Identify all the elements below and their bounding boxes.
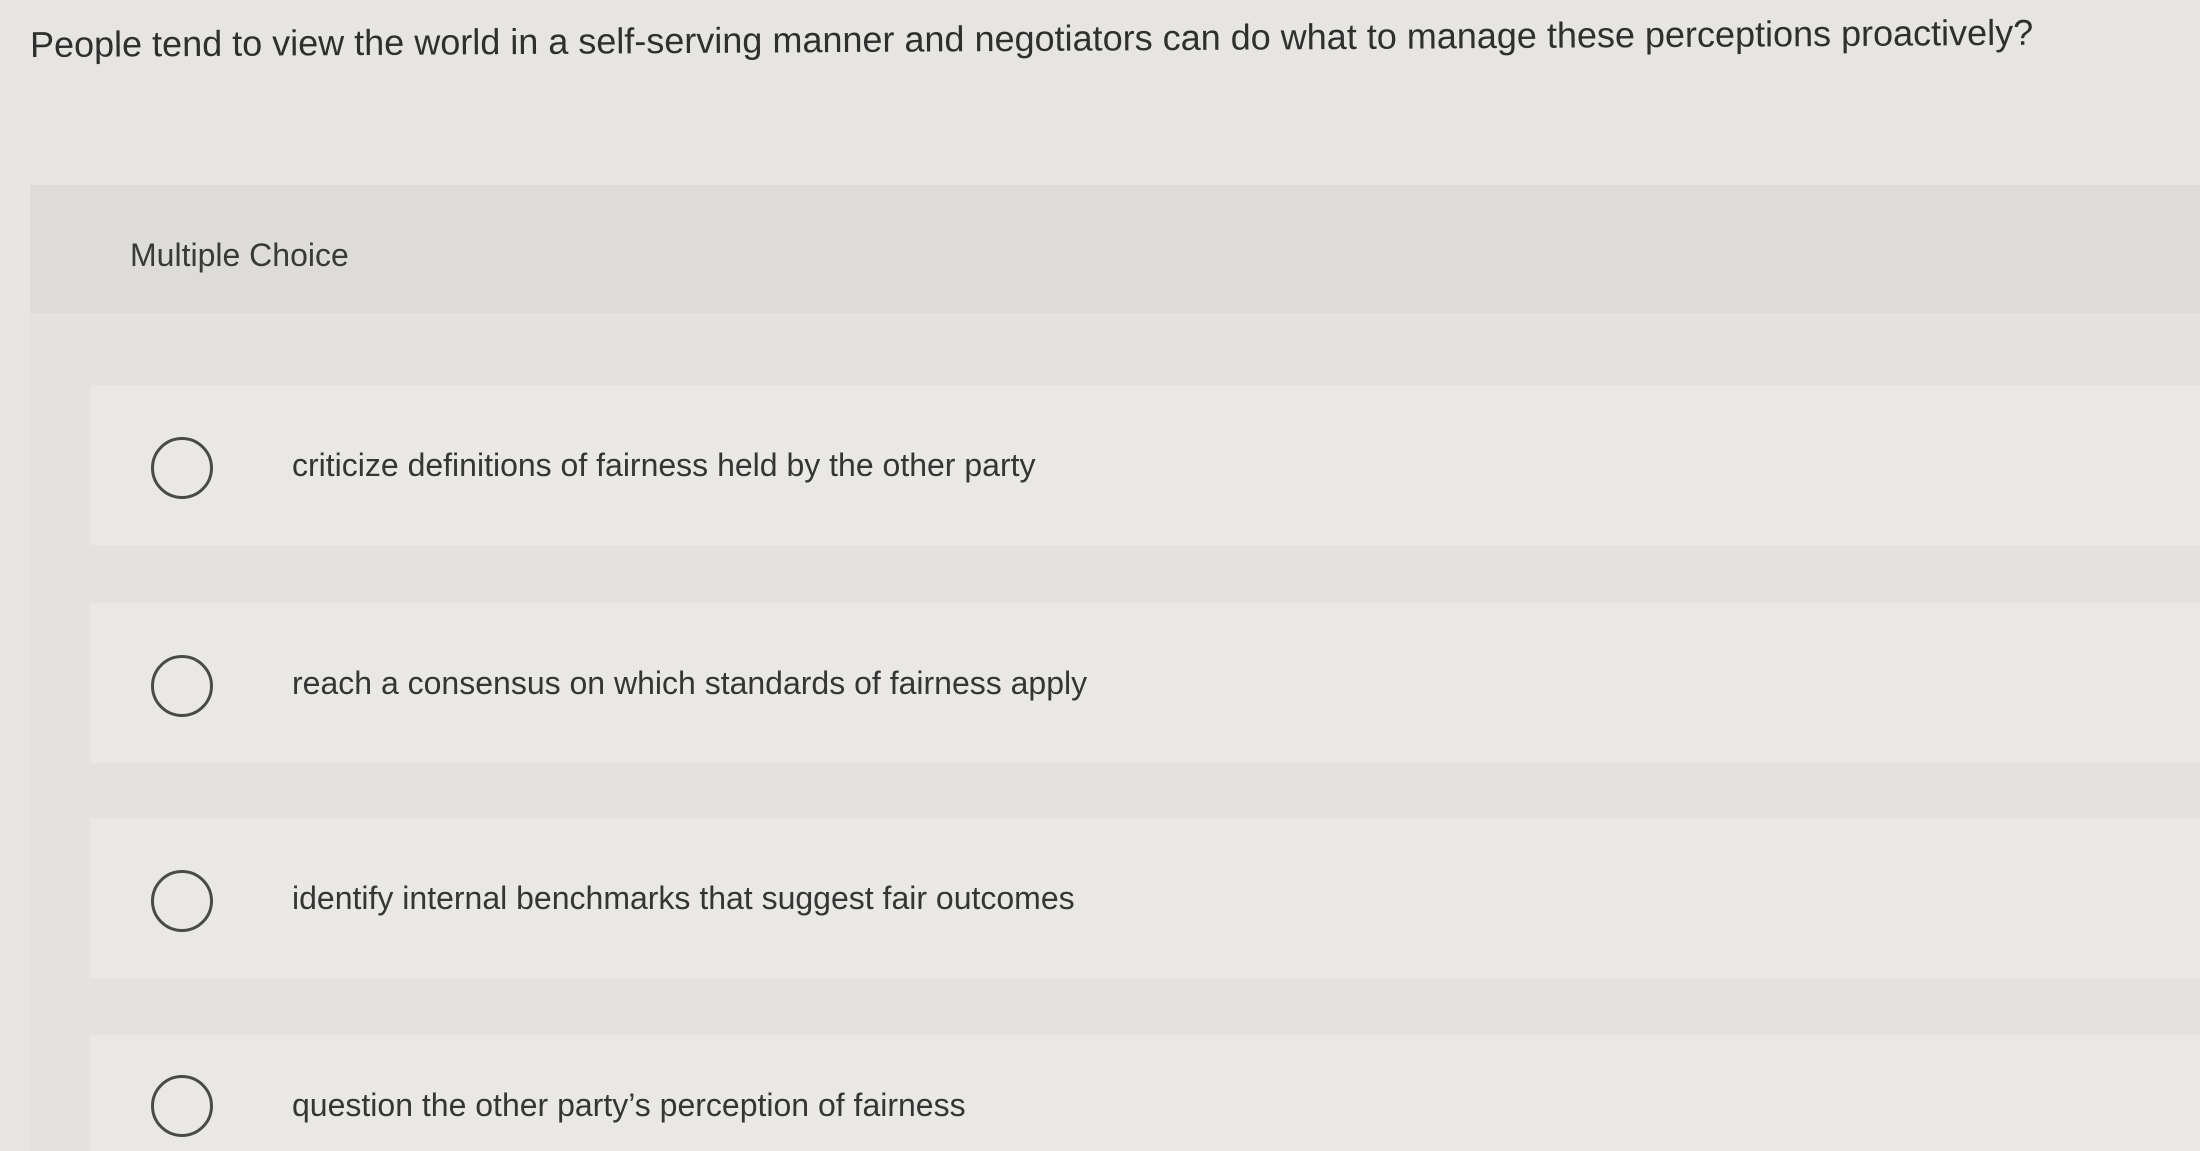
question-type-label: Multiple Choice	[130, 237, 349, 273]
radio-button[interactable]	[151, 437, 213, 499]
answer-option-label[interactable]: reach a consensus on which standards of …	[292, 663, 1087, 703]
answer-option-label[interactable]: question the other party’s perception of…	[292, 1085, 966, 1125]
answer-option[interactable]: reach a consensus on which standards of …	[90, 603, 2200, 763]
answer-option[interactable]: identify internal benchmarks that sugges…	[90, 818, 2200, 978]
answer-option-label[interactable]: criticize definitions of fairness held b…	[292, 445, 1035, 485]
panel-header: Multiple Choice	[30, 185, 2200, 313]
answer-option[interactable]: question the other party’s perception of…	[90, 1035, 2200, 1151]
radio-button[interactable]	[151, 1075, 213, 1137]
answer-option-label[interactable]: identify internal benchmarks that sugges…	[292, 878, 1075, 918]
answer-option[interactable]: criticize definitions of fairness held b…	[90, 385, 2200, 545]
multiple-choice-panel: Multiple Choice criticize definitions of…	[30, 185, 2200, 1151]
radio-button[interactable]	[151, 655, 213, 717]
radio-button[interactable]	[151, 870, 213, 932]
question-text: People tend to view the world in a self-…	[29, 11, 2034, 65]
